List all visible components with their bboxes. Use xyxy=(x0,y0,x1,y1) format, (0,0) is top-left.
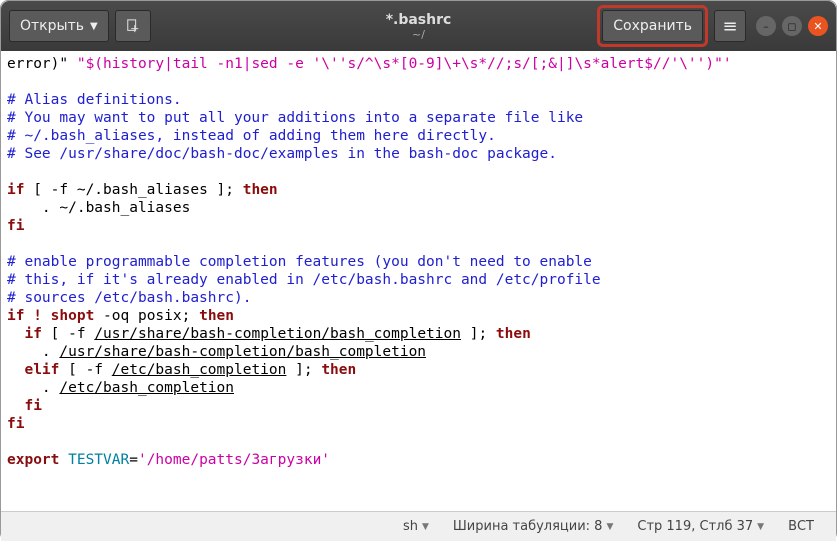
open-button[interactable]: Открыть ▼ xyxy=(9,10,109,42)
code-keyword: elif xyxy=(24,362,59,378)
code-path: /etc/bash_completion xyxy=(59,380,234,396)
code-text xyxy=(7,326,24,342)
code-keyword: if xyxy=(24,326,41,342)
code-keyword: then xyxy=(243,182,278,198)
code-text: . xyxy=(7,380,59,396)
code-string: "$(history|tail -n1|sed -e '\''s/^\s*[0-… xyxy=(77,56,732,72)
code-comment: # sources /etc/bash.bashrc). xyxy=(7,290,251,306)
chevron-down-icon: ▼ xyxy=(90,21,98,32)
code-keyword: shopt xyxy=(51,308,95,324)
code-keyword: then xyxy=(321,362,356,378)
save-label: Сохранить xyxy=(613,18,692,34)
code-comment: # enable programmable completion feature… xyxy=(7,254,592,270)
close-button[interactable]: ✕ xyxy=(808,16,828,36)
code-comment: # this, if it's already enabled in /etc/… xyxy=(7,272,601,288)
code-text: ]; xyxy=(286,362,321,378)
code-text: . xyxy=(7,344,59,360)
minimize-icon: – xyxy=(763,20,769,33)
hamburger-icon: ≡ xyxy=(722,16,737,37)
code-keyword: export xyxy=(7,452,59,468)
minimize-button[interactable]: – xyxy=(756,16,776,36)
new-tab-button[interactable] xyxy=(115,10,151,42)
code-text xyxy=(7,398,24,414)
tab-width-selector[interactable]: Ширина табуляции: 8 ▼ xyxy=(441,519,625,534)
status-bar: sh ▼ Ширина табуляции: 8 ▼ Стр 119, Стлб… xyxy=(1,511,836,541)
save-button[interactable]: Сохранить xyxy=(602,10,703,42)
editor-area[interactable]: error)" "$(history|tail -n1|sed -e '\''s… xyxy=(1,51,836,511)
chevron-down-icon: ▼ xyxy=(606,522,613,532)
code-string: '/home/patts/Загрузки' xyxy=(138,452,330,468)
window-controls: – ◻ ✕ xyxy=(756,16,828,36)
cursor-label: Стр 119, Стлб 37 xyxy=(637,519,753,534)
code-var: TESTVAR xyxy=(59,452,129,468)
code-text xyxy=(7,362,24,378)
code-path: /usr/share/bash-completion/bash_completi… xyxy=(94,326,461,342)
save-highlight: Сохранить xyxy=(597,5,708,47)
tab-width-label: Ширина табуляции: 8 xyxy=(453,519,603,534)
code-text: error)" xyxy=(7,56,77,72)
code-comment: # Alias definitions. xyxy=(7,92,182,108)
code-keyword: if xyxy=(7,182,24,198)
language-selector[interactable]: sh ▼ xyxy=(391,519,441,534)
insert-mode[interactable]: ВСТ xyxy=(776,519,826,534)
code-path: /etc/bash_completion xyxy=(112,362,287,378)
code-text: [ -f ~/.bash_aliases ]; xyxy=(24,182,242,198)
mode-label: ВСТ xyxy=(788,519,814,534)
window-subtitle: ~/ xyxy=(386,28,452,41)
code-text: [ -f xyxy=(59,362,111,378)
window-title: *.bashrc xyxy=(386,12,452,28)
maximize-button[interactable]: ◻ xyxy=(782,16,802,36)
maximize-icon: ◻ xyxy=(787,20,796,33)
code-keyword: if xyxy=(7,308,24,324)
open-label: Открыть xyxy=(20,18,84,34)
title-block: *.bashrc ~/ xyxy=(386,12,452,41)
language-label: sh xyxy=(403,519,418,534)
code-text: ]; xyxy=(461,326,496,342)
code-comment: # See /usr/share/doc/bash-doc/examples i… xyxy=(7,146,557,162)
code-comment: # ~/.bash_aliases, instead of adding the… xyxy=(7,128,496,144)
code-text: -oq posix; xyxy=(94,308,199,324)
code-keyword: then xyxy=(199,308,234,324)
header-bar: Открыть ▼ *.bashrc ~/ Сохранить ≡ – ◻ ✕ xyxy=(1,1,836,51)
code-path: /usr/share/bash-completion/bash_completi… xyxy=(59,344,426,360)
code-keyword: ! xyxy=(33,308,42,324)
code-keyword: fi xyxy=(24,398,41,414)
code-text: . ~/.bash_aliases xyxy=(7,200,190,216)
menu-button[interactable]: ≡ xyxy=(714,10,746,42)
code-keyword: fi xyxy=(7,218,24,234)
code-text: = xyxy=(129,452,138,468)
new-doc-icon xyxy=(126,18,140,34)
chevron-down-icon: ▼ xyxy=(757,522,764,532)
code-keyword: then xyxy=(496,326,531,342)
code-comment: # You may want to put all your additions… xyxy=(7,110,583,126)
close-icon: ✕ xyxy=(813,20,822,33)
chevron-down-icon: ▼ xyxy=(422,522,429,532)
code-text: [ -f xyxy=(42,326,94,342)
cursor-position[interactable]: Стр 119, Стлб 37 ▼ xyxy=(625,519,776,534)
code-keyword: fi xyxy=(7,416,24,432)
